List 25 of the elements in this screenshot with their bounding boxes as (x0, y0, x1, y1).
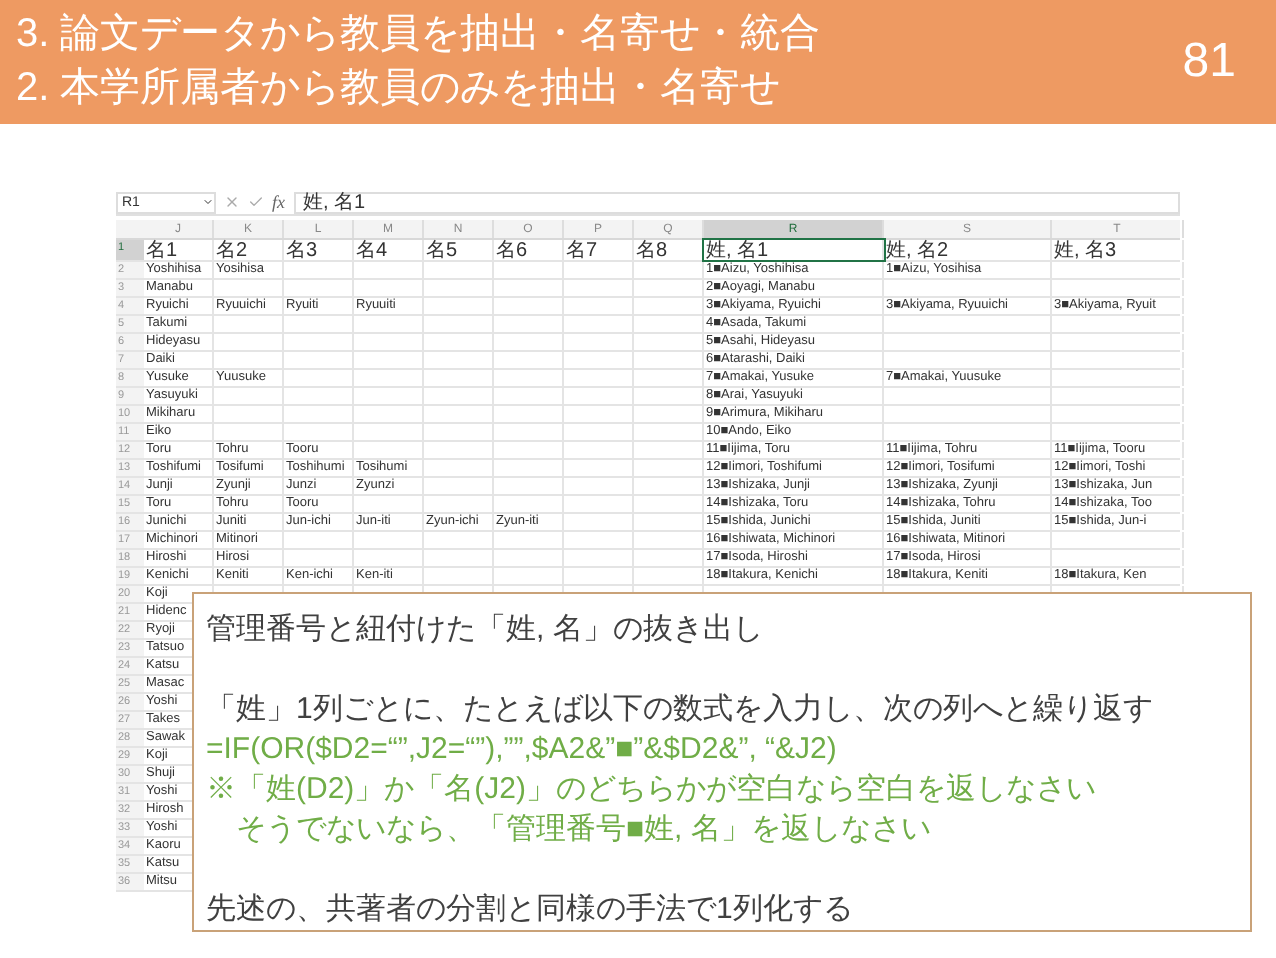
table-cell-text: 名3 (284, 240, 320, 262)
callout-text: 管理番号と紐付けた「姓, 名」の抜き出し (206, 610, 765, 650)
function-button[interactable]: fx (272, 192, 285, 212)
slide-title: 3. 論文データから教員を抽出・名寄せ・統合 (16, 10, 821, 60)
formula-text: そうでないなら、「管理番号■姓, 名」を返しなさい (234, 810, 933, 850)
table-cell-text: 名2 (214, 240, 250, 262)
cancel-icon[interactable] (224, 194, 240, 210)
callout-text: 「姓」1列ごとに、たとえば以下の数式を入力し、次の列へと繰り返す (206, 690, 1155, 730)
slide-title: 2. 本学所属者から教員のみを抽出・名寄せ (16, 64, 783, 114)
table-cell-text: 姓, 名1 (704, 240, 771, 262)
check-icon[interactable] (248, 194, 264, 210)
table-cell-text: 名1 (144, 240, 180, 262)
callout-text: 先述の、共著者の分割と同様の手法で1列化する (206, 890, 855, 930)
formula-text: =IF(OR($D2=“”,J2=“”),””,$A2&”■”&$D2&”, “&J2) (206, 730, 839, 770)
table-cell-text: 名5 (424, 240, 460, 262)
dropdown-icon[interactable] (202, 196, 214, 208)
formula-text: ※「姓(D2)」か「名(J2)」のどちらかが空白なら空白を返しなさい (206, 770, 1098, 810)
formula-field[interactable]: 姓, 名1 (293, 191, 1180, 213)
page-number: 81 (1182, 32, 1236, 92)
table-cell-text: 姓, 名2 (884, 240, 951, 262)
table-cell-text: 名4 (354, 240, 390, 262)
table-cell-text: 名6 (494, 240, 530, 262)
table-cell-text: 姓, 名3 (1052, 240, 1119, 262)
table-cell-text: 名8 (634, 240, 670, 262)
table-cell-text: 名7 (564, 240, 600, 262)
